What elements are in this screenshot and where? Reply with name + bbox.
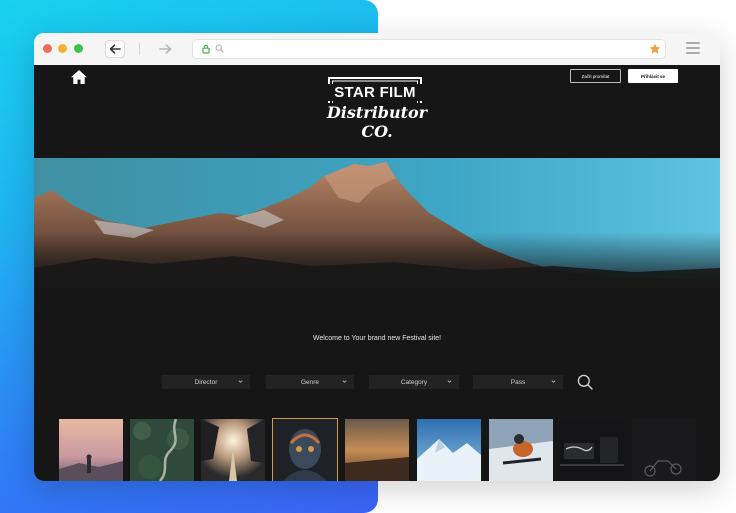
chevron-down-icon — [238, 380, 243, 383]
welcome-message: Welcome to Your brand new Festival site! — [312, 335, 442, 342]
home-icon[interactable] — [70, 69, 88, 85]
gallery-thumb-sunset-hiker[interactable] — [59, 419, 123, 481]
thumb-image — [417, 419, 481, 481]
search-icon — [215, 44, 224, 53]
filter-category-dropdown[interactable]: Category — [369, 375, 459, 389]
hero-mountain-image — [34, 158, 720, 293]
site-logo[interactable]: STAR FILM Distributor CO. — [313, 76, 441, 141]
filter-label: Category — [400, 378, 428, 386]
arrow-left-icon — [109, 44, 121, 54]
filter-director-dropdown[interactable]: Director — [162, 375, 250, 389]
filter-label: Director — [194, 378, 218, 386]
minimize-window-dot[interactable] — [58, 44, 67, 53]
gallery-thumb-cyclists-dark[interactable] — [632, 419, 696, 481]
address-bar[interactable] — [192, 39, 666, 59]
forward-button[interactable] — [155, 40, 175, 58]
gallery-thumb-forest-road[interactable] — [130, 419, 194, 481]
gallery-thumb-bridge-sunset[interactable] — [201, 419, 265, 481]
filter-label: Pass — [510, 378, 526, 386]
thumb-image — [560, 419, 624, 481]
chevron-down-icon — [551, 380, 556, 383]
filter-genre-dropdown[interactable]: Genre — [266, 375, 354, 389]
start-screening-button[interactable]: Začít promítat — [570, 69, 621, 83]
search-icon[interactable] — [577, 374, 593, 390]
gallery-thumb-film-studio[interactable] — [560, 419, 624, 481]
browser-toolbar — [34, 33, 720, 66]
star-icon[interactable] — [649, 43, 661, 55]
lock-icon — [202, 44, 210, 54]
maximize-window-dot[interactable] — [74, 44, 83, 53]
thumb-image — [345, 419, 409, 481]
gallery-thumb-desert-dusk[interactable] — [345, 419, 409, 481]
hamburger-menu-icon[interactable] — [686, 42, 700, 57]
back-button[interactable] — [105, 40, 125, 58]
toolbar-divider — [139, 43, 140, 55]
close-window-dot[interactable] — [43, 44, 52, 53]
logo-title: STAR FILM — [325, 84, 425, 101]
arrow-right-icon — [158, 44, 171, 54]
thumb-image — [130, 419, 194, 481]
website-viewport: Začít promítat Přihlásit se STAR FILM Di… — [34, 65, 720, 481]
gallery-thumb-snowboarder[interactable] — [489, 419, 553, 481]
filter-pass-dropdown[interactable]: Pass — [473, 375, 563, 389]
thumb-image — [59, 419, 123, 481]
logo-subtitle: Distributor CO. — [313, 103, 441, 141]
gallery-thumb-masked-portrait[interactable] — [272, 418, 338, 481]
filter-label: Genre — [300, 378, 320, 386]
thumb-image — [632, 419, 696, 481]
thumb-image — [201, 419, 265, 481]
thumb-image — [273, 419, 337, 481]
gallery-thumb-snow-mountain[interactable] — [417, 419, 481, 481]
chevron-down-icon — [342, 380, 347, 383]
login-button[interactable]: Přihlásit se — [628, 69, 678, 83]
chevron-down-icon — [447, 380, 452, 383]
browser-window: Začít promítat Přihlásit se STAR FILM Di… — [34, 33, 720, 481]
mountain-illustration — [34, 158, 720, 293]
thumb-image — [489, 419, 553, 481]
